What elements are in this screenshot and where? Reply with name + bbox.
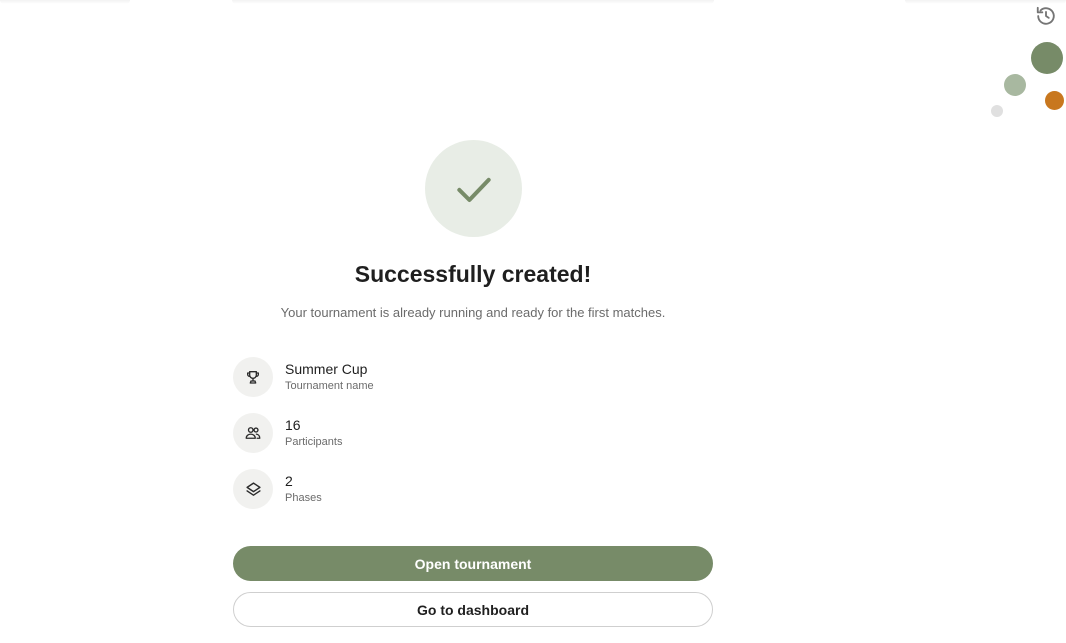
decorative-dot-small (991, 105, 1003, 117)
layers-icon (245, 481, 261, 496)
decorative-dot-orange (1045, 91, 1064, 110)
detail-label: Phases (285, 492, 322, 504)
detail-icon-wrapper (233, 357, 273, 397)
detail-label: Participants (285, 436, 343, 448)
checkmark-icon (456, 177, 491, 202)
success-badge (425, 140, 522, 237)
go-to-dashboard-button[interactable]: Go to dashboard (233, 592, 713, 627)
history-button[interactable] (1034, 4, 1058, 28)
detail-value: 2 (285, 473, 293, 489)
page-title: Successfully created! (354, 261, 592, 287)
decorative-dot-large (1031, 42, 1063, 74)
top-shadow-strip (232, 0, 714, 4)
detail-value: Summer Cup (285, 361, 368, 377)
top-shadow-strip (0, 0, 130, 4)
page: Successfully created! Your tournament is… (0, 0, 1066, 643)
detail-icon-wrapper (233, 469, 273, 509)
decorative-dot-medium (1004, 74, 1026, 96)
detail-participants: 16 Participants (233, 413, 713, 453)
page-subtitle: Your tournament is already running and r… (280, 305, 666, 320)
detail-value: 16 (285, 417, 301, 433)
history-icon (1036, 6, 1055, 25)
detail-tournament-name: Summer Cup Tournament name (233, 357, 713, 397)
detail-phases: 2 Phases (233, 469, 713, 509)
open-tournament-button[interactable]: Open tournament (233, 546, 713, 581)
trophy-icon (247, 371, 259, 384)
detail-label: Tournament name (285, 380, 374, 392)
participants-icon (245, 427, 261, 439)
detail-icon-wrapper (233, 413, 273, 453)
